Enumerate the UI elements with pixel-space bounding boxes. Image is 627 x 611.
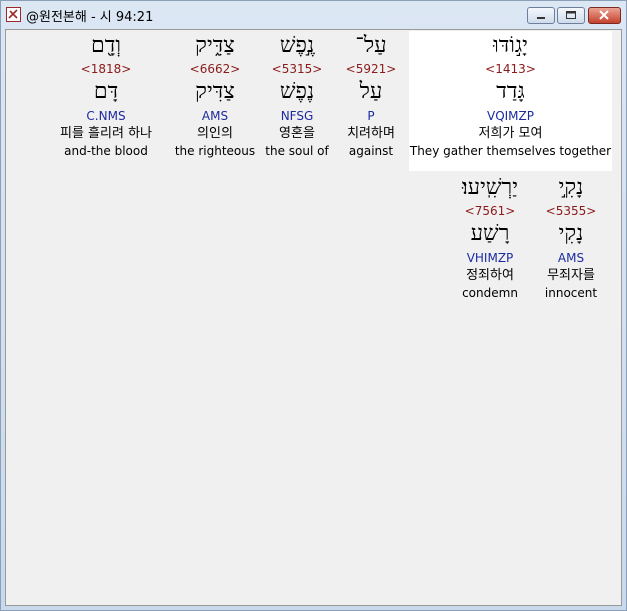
hebrew-word: עַל־ [355,33,387,58]
word-block[interactable]: וְדָ֖ם <1818> דָּם C.NMS 피를 흘리려 하나 and-t… [43,31,169,159]
maximize-button[interactable] [557,7,585,24]
parse-code: AMS [201,109,229,123]
word-block[interactable]: יַרְשִֽׁיעוּ׃ <7561> רָשַׁע VHIMZP 정죄하여 … [449,173,531,301]
parse-code: NFSG [280,109,314,123]
strong-number[interactable]: <7561> [449,203,531,219]
app-window: @원전본해 - 시 94:21 יָג֣וֹדּוּ <1413> גָּדַד… [0,0,627,611]
strong-number[interactable]: <5355> [536,203,606,219]
hebrew-word: נָקִ֣י [558,175,584,200]
hebrew-word: נֶ֣פֶשׁ [279,33,315,58]
window-title: @원전본해 - 시 94:21 [26,10,154,25]
english-gloss: the righteous [174,144,256,158]
korean-gloss: 영혼을 [279,126,315,141]
word-block[interactable]: עַל־ <5921> עַל P 치려하며 against [336,31,406,159]
hebrew-lemma: רָשַׁע [470,221,510,246]
korean-gloss: 피를 흘리려 하나 [60,126,152,141]
hebrew-word: וְדָ֖ם [91,33,121,58]
english-gloss: against [348,144,394,158]
strong-number[interactable]: <5921> [336,61,406,77]
english-gloss: condemn [462,286,518,300]
parse-code: P [367,109,375,123]
parse-code: C.NMS [86,109,126,123]
word-block[interactable]: נֶ֣פֶשׁ <5315> נֶפֶשׁ NFSG 영혼을 the soul … [261,31,333,159]
parse-code: AMS [557,251,585,265]
hebrew-lemma: צַדִּיק [195,79,235,104]
hebrew-lemma: גָּדַד [496,79,525,104]
hebrew-word: יָג֣וֹדּוּ [493,33,528,58]
korean-gloss: 치려하며 [347,126,395,141]
parse-code: VQIMZP [486,109,534,123]
hebrew-word: יַרְשִֽׁיעוּ׃ [462,175,518,200]
hebrew-lemma: דָּם [93,79,119,104]
word-block[interactable]: נָקִ֣י <5355> נָקִי AMS 무죄자를 innocent [536,173,606,301]
strong-number[interactable]: <1818> [43,61,169,77]
interlinear-panel: יָג֣וֹדּוּ <1413> גָּדַד VQIMZP 저희가 모여 T… [5,29,622,606]
hebrew-lemma: נָקִי [558,221,584,246]
close-button[interactable] [588,7,621,24]
maximize-icon [566,11,576,19]
app-icon [6,7,21,22]
english-gloss: and-the blood [64,144,148,158]
korean-gloss: 의인의 [197,126,233,141]
parse-code: VHIMZP [466,251,514,265]
hebrew-word: צַדִּ֑יק [195,33,235,58]
strong-number[interactable]: <5315> [261,61,333,77]
hebrew-lemma: נֶפֶשׁ [279,79,315,104]
word-block[interactable]: צַדִּ֑יק <6662> צַדִּיק AMS 의인의 the righ… [171,31,259,159]
strong-number[interactable]: <6662> [171,61,259,77]
minimize-icon [537,17,545,19]
english-gloss: the soul of [265,144,329,158]
korean-gloss: 정죄하여 [466,268,514,283]
close-icon [599,10,609,20]
word-block[interactable]: יָג֣וֹדּוּ <1413> גָּדַד VQIMZP 저희가 모여 T… [409,31,612,171]
strong-number[interactable]: <1413> [409,61,612,77]
korean-gloss: 무죄자를 [547,268,595,283]
english-gloss: innocent [544,286,598,300]
minimize-button[interactable] [527,7,555,24]
korean-gloss: 저희가 모여 [478,126,543,141]
title-bar[interactable]: @원전본해 - 시 94:21 [1,1,626,28]
hebrew-lemma: עַל [359,79,383,104]
english-gloss: They gather themselves together [409,144,612,158]
